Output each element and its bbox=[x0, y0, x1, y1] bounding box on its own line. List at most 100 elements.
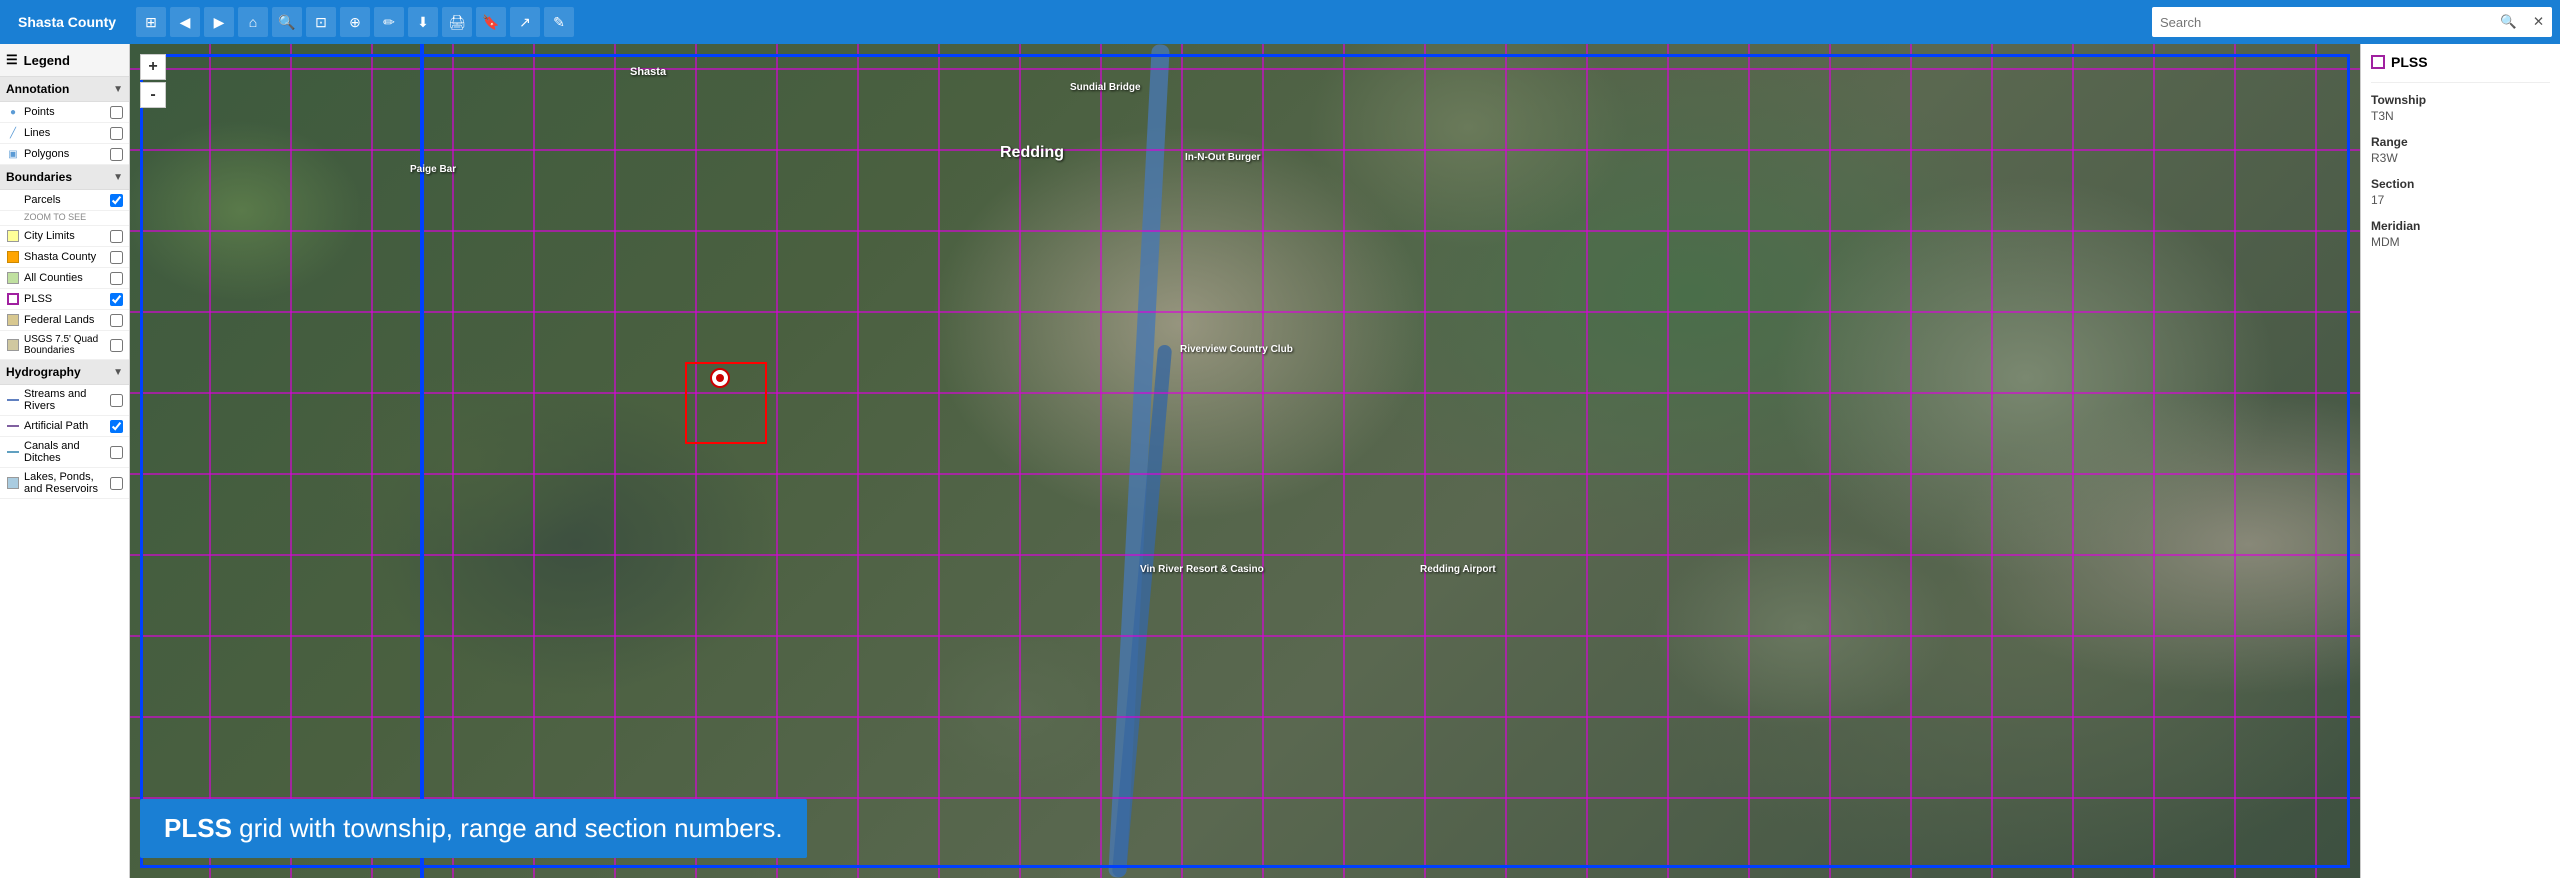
plss-panel-icon bbox=[2371, 55, 2385, 69]
layer-parcels-label: Parcels bbox=[24, 194, 110, 206]
layer-polygons[interactable]: ▣ Polygons bbox=[0, 144, 129, 165]
layer-lines-label: Lines bbox=[24, 127, 110, 139]
layer-parcels-checkbox[interactable] bbox=[110, 194, 123, 207]
section-hydrography-label: Hydrography bbox=[6, 365, 81, 379]
layer-city-limits-label: City Limits bbox=[24, 230, 110, 242]
plss-range-field: Range R3W bbox=[2371, 135, 2550, 165]
layer-lakes-label: Lakes, Ponds, and Reservoirs bbox=[24, 471, 110, 495]
zoomin-button[interactable]: 🔍 bbox=[272, 7, 302, 37]
legend-title: Legend bbox=[24, 53, 70, 68]
layer-plss-label: PLSS bbox=[24, 293, 110, 305]
plss-grid bbox=[130, 44, 2360, 878]
layer-usgs-quad-checkbox[interactable] bbox=[110, 339, 123, 352]
layer-streams-checkbox[interactable] bbox=[110, 394, 123, 407]
legend-header: ☰ Legend bbox=[0, 44, 129, 77]
identify-button[interactable]: ⊕ bbox=[340, 7, 370, 37]
draw-button[interactable]: ✏ bbox=[374, 7, 404, 37]
sidebar: ☰ Legend Annotation ▼ ● Points ╱ Lines ▣ bbox=[0, 44, 130, 878]
chevron-down-icon: ▼ bbox=[113, 84, 123, 95]
line-icon: ╱ bbox=[6, 126, 20, 140]
section-annotation[interactable]: Annotation ▼ bbox=[0, 77, 129, 102]
plss-meridian-value: MDM bbox=[2371, 235, 2400, 249]
canals-icon bbox=[6, 445, 20, 459]
layer-points[interactable]: ● Points bbox=[0, 102, 129, 123]
layer-federal-lands-checkbox[interactable] bbox=[110, 314, 123, 327]
layer-canals-label: Canals and Ditches bbox=[24, 440, 110, 464]
layers-button[interactable]: ⊞ bbox=[136, 7, 166, 37]
main-layout: ☰ Legend Annotation ▼ ● Points ╱ Lines ▣ bbox=[0, 44, 2560, 878]
layer-shasta-county[interactable]: Shasta County bbox=[0, 247, 129, 268]
layer-usgs-quad-label: USGS 7.5' Quad Boundaries bbox=[24, 334, 110, 356]
layer-city-limits[interactable]: City Limits bbox=[0, 226, 129, 247]
shasta-county-icon bbox=[6, 250, 20, 264]
plss-township-label: Township bbox=[2371, 93, 2550, 107]
map-container[interactable]: Shasta Redding Sundial Bridge In-N-Out B… bbox=[130, 44, 2360, 878]
layer-plss-checkbox[interactable] bbox=[110, 293, 123, 306]
layer-usgs-quad[interactable]: USGS 7.5' Quad Boundaries bbox=[0, 331, 129, 360]
layer-plss[interactable]: PLSS bbox=[0, 289, 129, 310]
streams-icon bbox=[6, 393, 20, 407]
city-limits-icon bbox=[6, 229, 20, 243]
point-icon: ● bbox=[6, 105, 20, 119]
layer-polygons-checkbox[interactable] bbox=[110, 148, 123, 161]
search-input[interactable] bbox=[2152, 15, 2492, 30]
plss-range-value: R3W bbox=[2371, 151, 2398, 165]
layer-lines[interactable]: ╱ Lines bbox=[0, 123, 129, 144]
plss-township-value: T3N bbox=[2371, 109, 2394, 123]
plss-panel-header: PLSS bbox=[2371, 54, 2550, 83]
federal-lands-icon bbox=[6, 313, 20, 327]
layer-shasta-county-checkbox[interactable] bbox=[110, 251, 123, 264]
layer-lakes-checkbox[interactable] bbox=[110, 477, 123, 490]
layer-parcels[interactable]: Parcels bbox=[0, 190, 129, 211]
artificial-path-icon bbox=[6, 419, 20, 433]
zoom-in-button[interactable]: + bbox=[140, 54, 166, 80]
layer-federal-lands-label: Federal Lands bbox=[24, 314, 110, 326]
legend-icon: ☰ bbox=[6, 52, 18, 68]
bookmark-button[interactable]: 🔖 bbox=[476, 7, 506, 37]
chevron-down-icon-3: ▼ bbox=[113, 367, 123, 378]
layer-lines-checkbox[interactable] bbox=[110, 127, 123, 140]
section-boundaries[interactable]: Boundaries ▼ bbox=[0, 165, 129, 190]
layer-streams-label: Streams and Rivers bbox=[24, 388, 110, 412]
share-button[interactable]: ↗ bbox=[510, 7, 540, 37]
section-annotation-label: Annotation bbox=[6, 82, 69, 96]
search-clear-button[interactable]: ✕ bbox=[2525, 10, 2552, 34]
layer-canals[interactable]: Canals and Ditches bbox=[0, 437, 129, 468]
layer-artificial-path-label: Artificial Path bbox=[24, 420, 110, 432]
layer-streams[interactable]: Streams and Rivers bbox=[0, 385, 129, 416]
layer-polygons-label: Polygons bbox=[24, 148, 110, 160]
home-button[interactable]: ⌂ bbox=[238, 7, 268, 37]
layer-city-limits-checkbox[interactable] bbox=[110, 230, 123, 243]
plss-meridian-label: Meridian bbox=[2371, 219, 2550, 233]
layer-all-counties-label: All Counties bbox=[24, 272, 110, 284]
zoom-out-button[interactable]: - bbox=[140, 82, 166, 108]
layer-canals-checkbox[interactable] bbox=[110, 446, 123, 459]
layer-all-counties-checkbox[interactable] bbox=[110, 272, 123, 285]
layer-federal-lands[interactable]: Federal Lands bbox=[0, 310, 129, 331]
selected-section bbox=[685, 362, 767, 444]
back-button[interactable]: ◀ bbox=[170, 7, 200, 37]
layer-lakes[interactable]: Lakes, Ponds, and Reservoirs bbox=[0, 468, 129, 499]
fullextent-button[interactable]: ⊡ bbox=[306, 7, 336, 37]
plss-section-value: 17 bbox=[2371, 193, 2384, 207]
download-button[interactable]: ⬇ bbox=[408, 7, 438, 37]
info-banner: PLSS grid with township, range and secti… bbox=[140, 799, 807, 858]
edit-button[interactable]: ✎ bbox=[544, 7, 574, 37]
lakes-icon bbox=[6, 476, 20, 490]
search-button[interactable]: 🔍 bbox=[2492, 10, 2525, 34]
zoom-to-see-label: ZOOM TO SEE bbox=[0, 211, 129, 226]
section-boundaries-label: Boundaries bbox=[6, 170, 72, 184]
plss-icon bbox=[6, 292, 20, 306]
section-hydrography[interactable]: Hydrography ▼ bbox=[0, 360, 129, 385]
plss-meridian-field: Meridian MDM bbox=[2371, 219, 2550, 249]
print-button[interactable]: 🖨 bbox=[442, 7, 472, 37]
layer-artificial-path[interactable]: Artificial Path bbox=[0, 416, 129, 437]
right-panel: PLSS Township T3N Range R3W Section 17 M… bbox=[2360, 44, 2560, 878]
plss-section-label: Section bbox=[2371, 177, 2550, 191]
layer-all-counties[interactable]: All Counties bbox=[0, 268, 129, 289]
parcels-icon bbox=[6, 193, 20, 207]
plss-panel-title: PLSS bbox=[2391, 54, 2428, 70]
forward-button[interactable]: ▶ bbox=[204, 7, 234, 37]
layer-artificial-path-checkbox[interactable] bbox=[110, 420, 123, 433]
layer-points-checkbox[interactable] bbox=[110, 106, 123, 119]
